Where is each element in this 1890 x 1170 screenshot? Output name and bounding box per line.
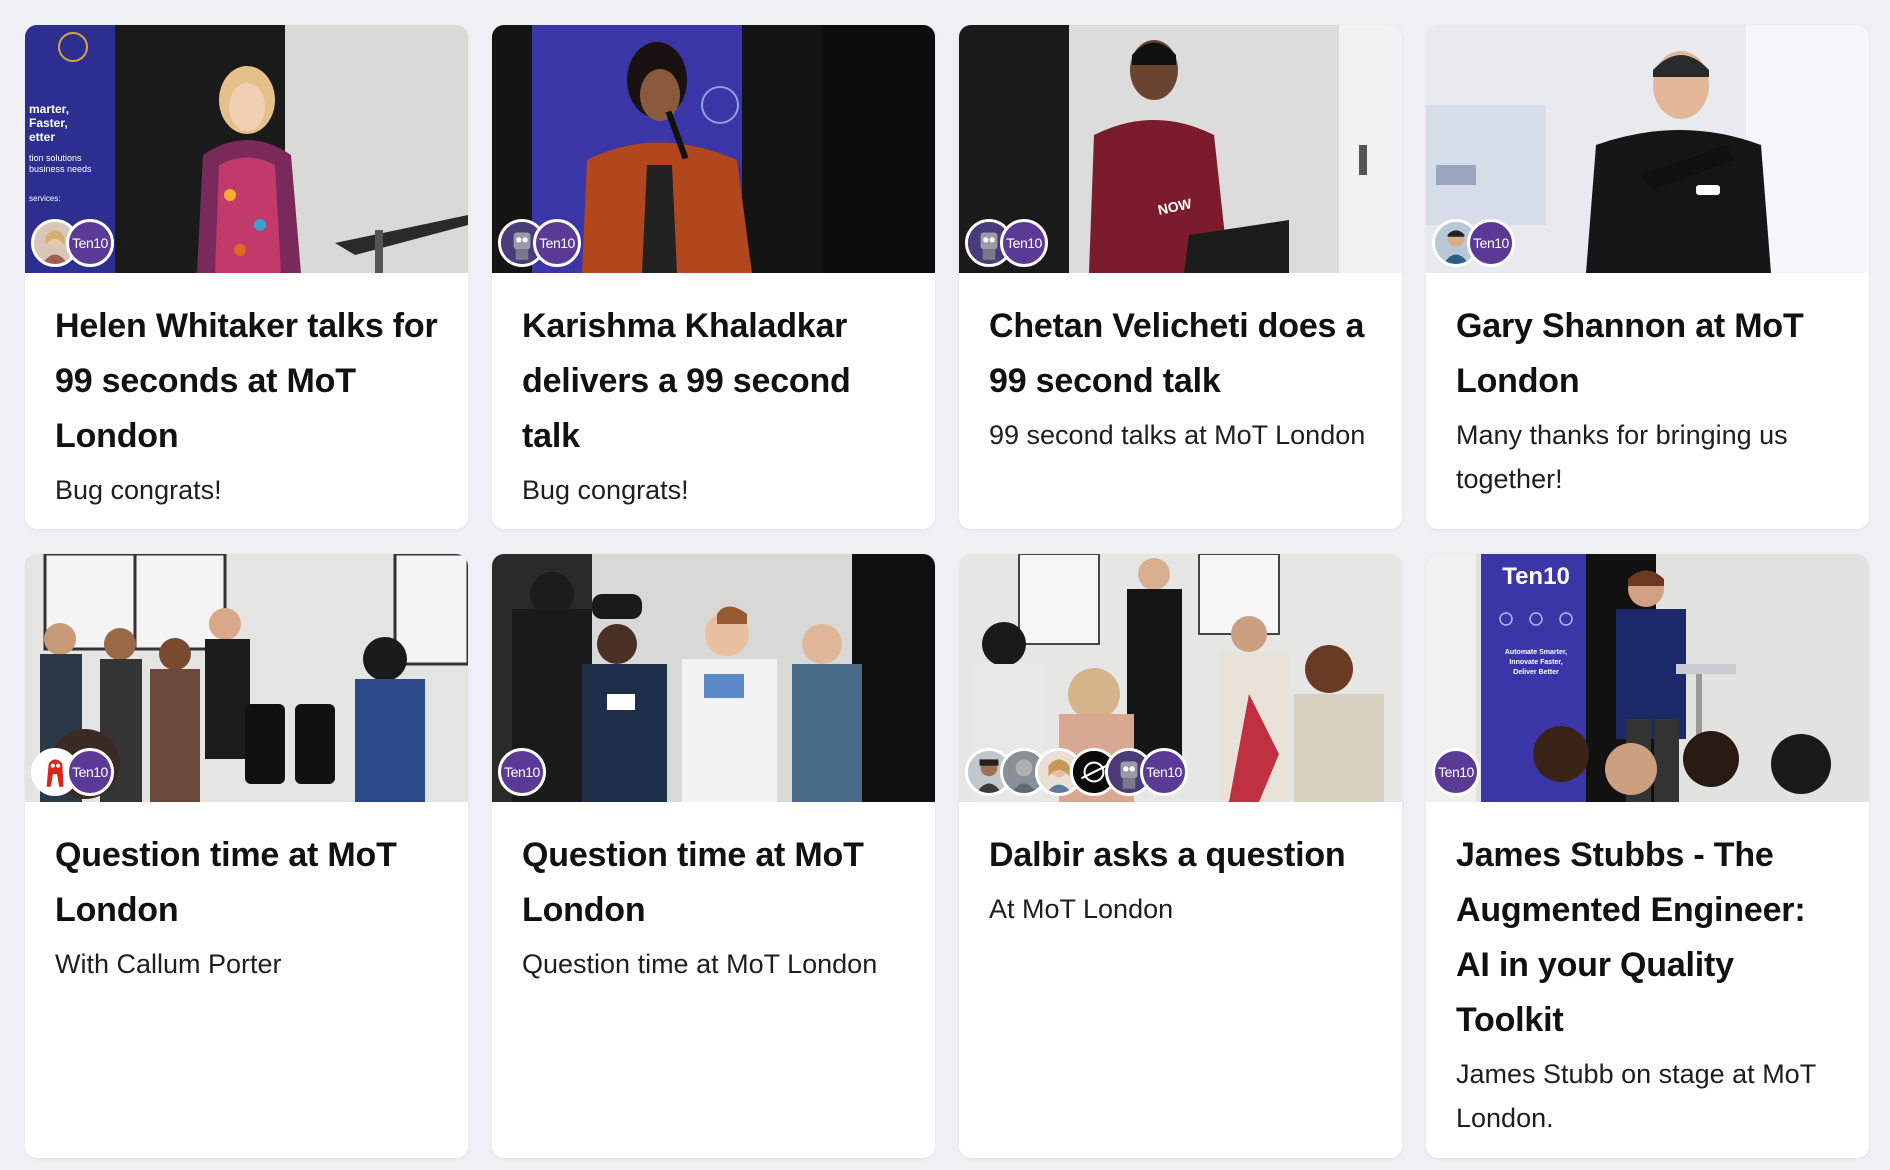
contributor-avatars: Ten10 <box>1432 748 1480 796</box>
card-body: Question time at MoT London With Callum … <box>25 802 468 1006</box>
event-card[interactable]: Ten10 Karishma Khaladkar delivers a 99 s… <box>492 25 935 529</box>
org-badge[interactable]: Ten10 <box>498 748 546 796</box>
card-title[interactable]: James Stubbs - The Augmented Engineer: A… <box>1456 828 1839 1048</box>
card-photo: Ten10 Automate Smarter, Innovate Faster,… <box>1426 554 1869 802</box>
event-card[interactable]: Ten10 Question time at MoT London Questi… <box>492 554 935 1158</box>
contributor-avatars: Ten10 <box>498 748 546 796</box>
org-badge[interactable]: Ten10 <box>1467 219 1515 267</box>
org-badge[interactable]: Ten10 <box>1000 219 1048 267</box>
card-photo: Ten10 <box>959 554 1402 802</box>
card-title[interactable]: Question time at MoT London <box>522 828 905 938</box>
card-title[interactable]: Helen Whitaker talks for 99 seconds at M… <box>55 299 438 464</box>
contributor-avatars: Ten10 <box>965 219 1048 267</box>
event-card[interactable]: marter, Faster, etter tion solutions bus… <box>25 25 468 529</box>
org-badge[interactable]: Ten10 <box>1140 748 1188 796</box>
card-photo: Ten10 <box>492 25 935 273</box>
card-subtitle: Bug congrats! <box>55 475 222 505</box>
event-card[interactable]: Ten10 Dalbir asks a question At MoT Lond… <box>959 554 1402 1158</box>
svg-text:Automate Smarter,: Automate Smarter, <box>1505 649 1567 656</box>
card-body: Karishma Khaladkar delivers a 99 second … <box>492 273 935 529</box>
card-body: Question time at MoT London Question tim… <box>492 802 935 1006</box>
card-subtitle: 99 second talks at MoT London <box>989 420 1366 450</box>
svg-text:tion solutions: tion solutions <box>29 153 82 163</box>
card-photo: marter, Faster, etter tion solutions bus… <box>25 25 468 273</box>
card-subtitle: Question time at MoT London <box>522 949 878 979</box>
svg-text:services:: services: <box>29 194 61 203</box>
contributor-avatars: Ten10 <box>498 219 581 267</box>
card-photo: Ten10 <box>492 554 935 802</box>
card-title[interactable]: Dalbir asks a question <box>989 828 1372 883</box>
card-title[interactable]: Question time at MoT London <box>55 828 438 938</box>
card-grid: marter, Faster, etter tion solutions bus… <box>25 25 1870 1158</box>
card-photo: Ten10 <box>25 554 468 802</box>
contributor-avatars: Ten10 <box>1432 219 1515 267</box>
event-card[interactable]: NOW Ten10 Chetan Velicheti does a 99 sec… <box>959 25 1402 529</box>
org-badge[interactable]: Ten10 <box>533 219 581 267</box>
org-badge[interactable]: Ten10 <box>66 219 114 267</box>
card-subtitle: Many thanks for bringing us together! <box>1456 420 1788 494</box>
photo-audience-question <box>492 554 935 802</box>
svg-text:Ten10: Ten10 <box>1502 563 1570 590</box>
card-body: Helen Whitaker talks for 99 seconds at M… <box>25 273 468 529</box>
contributor-avatars: Ten10 <box>31 748 114 796</box>
card-photo: NOW Ten10 <box>959 25 1402 273</box>
card-subtitle: With Callum Porter <box>55 949 282 979</box>
svg-text:Innovate Faster,: Innovate Faster, <box>1509 659 1562 666</box>
card-title[interactable]: Gary Shannon at MoT London <box>1456 299 1839 409</box>
event-card[interactable]: Ten10 Automate Smarter, Innovate Faster,… <box>1426 554 1869 1158</box>
card-body: Chetan Velicheti does a 99 second talk 9… <box>959 273 1402 477</box>
card-body: James Stubbs - The Augmented Engineer: A… <box>1426 802 1869 1158</box>
svg-text:Deliver Better: Deliver Better <box>1513 669 1559 676</box>
svg-text:Faster,: Faster, <box>29 116 68 130</box>
svg-text:marter,: marter, <box>29 102 69 116</box>
card-subtitle: At MoT London <box>989 894 1174 924</box>
card-body: Dalbir asks a question At MoT London <box>959 802 1402 951</box>
event-card[interactable]: Ten10 Question time at MoT London With C… <box>25 554 468 1158</box>
contributor-avatars: Ten10 <box>965 748 1188 796</box>
org-badge[interactable]: Ten10 <box>66 748 114 796</box>
card-title[interactable]: Karishma Khaladkar delivers a 99 second … <box>522 299 905 464</box>
org-badge[interactable]: Ten10 <box>1432 748 1480 796</box>
card-subtitle: Bug congrats! <box>522 475 689 505</box>
contributor-avatars: Ten10 <box>31 219 114 267</box>
card-subtitle: James Stubb on stage at MoT London. <box>1456 1059 1816 1133</box>
card-title[interactable]: Chetan Velicheti does a 99 second talk <box>989 299 1372 409</box>
svg-text:etter: etter <box>29 130 55 144</box>
card-photo: Ten10 <box>1426 25 1869 273</box>
svg-text:business needs: business needs <box>29 164 92 174</box>
event-card[interactable]: Ten10 Gary Shannon at MoT London Many th… <box>1426 25 1869 529</box>
photo-speaker-on-stage-with-banner: Ten10 Automate Smarter, Innovate Faster,… <box>1426 554 1869 802</box>
card-body: Gary Shannon at MoT London Many thanks f… <box>1426 273 1869 521</box>
